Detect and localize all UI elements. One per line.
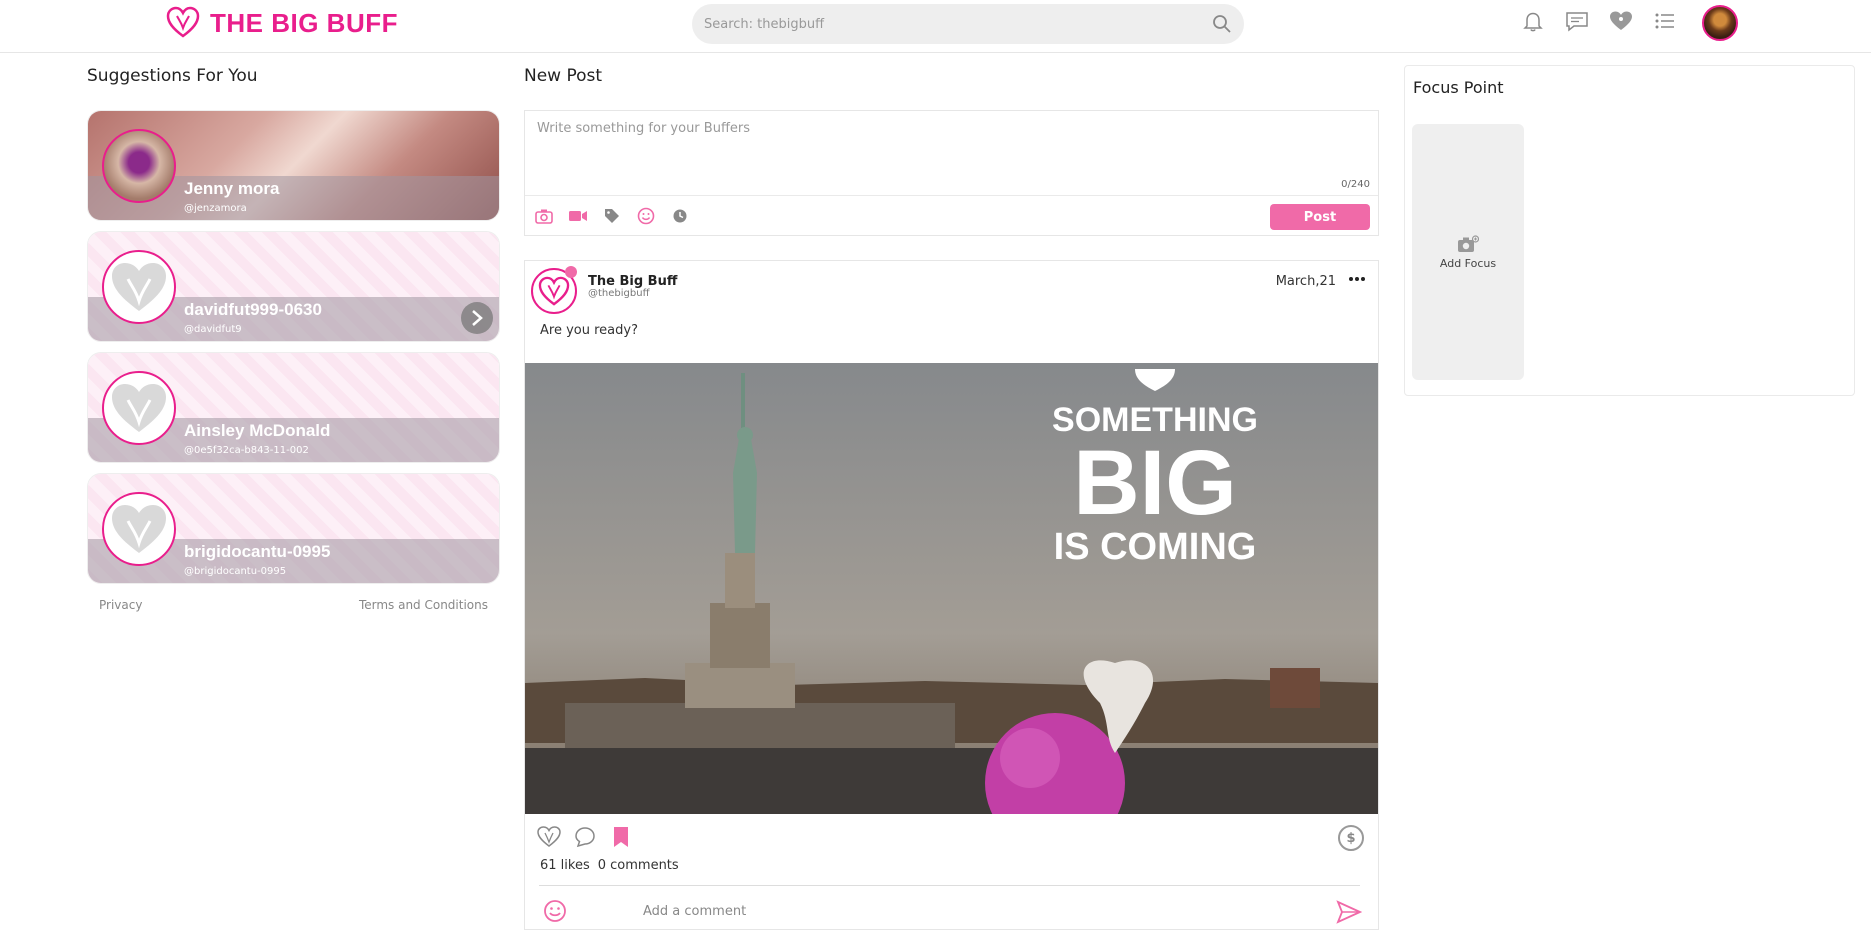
suggestion-name: Jenny mora [184, 179, 280, 198]
clock-icon[interactable] [669, 205, 691, 227]
verified-badge-icon [565, 266, 577, 278]
post-text-input[interactable] [525, 111, 1378, 193]
more-options-icon[interactable] [1346, 271, 1368, 287]
emoji-icon[interactable] [543, 899, 567, 923]
suggestion-name: brigidocantu-0995 [184, 542, 331, 561]
comment-icon[interactable] [573, 825, 597, 849]
avatar[interactable] [102, 129, 176, 203]
suggestion-name: Ainsley McDonald [184, 421, 331, 440]
bookmark-icon[interactable] [609, 825, 633, 849]
default-heart-avatar-icon [112, 505, 166, 553]
feed-post: The Big Buff @thebigbuff March,21 Are yo… [524, 260, 1379, 930]
user-avatar[interactable] [1702, 5, 1738, 41]
suggestion-card[interactable]: davidfut999-0630 @davidfut9 [87, 231, 500, 342]
tip-dollar-icon[interactable]: $ [1338, 825, 1364, 851]
new-post-composer: 0/240 Post [524, 110, 1379, 236]
top-bar: THE BIG BUFF [0, 0, 1871, 53]
brand-name: THE BIG BUFF [210, 7, 398, 38]
post-actions [537, 825, 633, 849]
comment-input[interactable] [643, 899, 1283, 923]
suggestion-handle: @brigidocantu-0995 [184, 566, 287, 577]
avatar[interactable] [102, 371, 176, 445]
like-heart-icon[interactable] [537, 825, 561, 849]
feed-column: New Post 0/240 Post [524, 66, 1379, 930]
focus-title: Focus Point [1413, 78, 1504, 97]
chevron-right-icon [472, 310, 483, 326]
search-bar [692, 4, 1244, 44]
post-text: Are you ready? [540, 323, 638, 338]
post-image[interactable]: SOMETHING BIG IS COMING [525, 363, 1378, 814]
next-arrow-button[interactable] [461, 302, 493, 334]
post-author[interactable]: The Big Buff [588, 274, 677, 289]
terms-link[interactable]: Terms and Conditions [359, 598, 488, 612]
footer-links: Privacy Terms and Conditions [87, 584, 500, 612]
top-icons [1520, 8, 1678, 34]
add-focus-label: Add Focus [1439, 256, 1497, 270]
suggestion-card[interactable]: Ainsley McDonald @0e5f32ca-b843-11-002 [87, 352, 500, 463]
suggestion-handle: @jenzamora [184, 203, 247, 214]
divider [539, 885, 1360, 886]
heart-logo-icon [538, 276, 570, 306]
search-icon[interactable] [1212, 14, 1232, 34]
tag-icon[interactable] [601, 205, 623, 227]
list-icon[interactable] [1652, 8, 1678, 34]
brand-logo[interactable]: THE BIG BUFF [166, 6, 398, 40]
suggestions-title: Suggestions For You [87, 66, 258, 86]
chat-icon[interactable] [1564, 8, 1590, 34]
send-icon[interactable] [1336, 899, 1362, 925]
emoji-icon[interactable] [635, 205, 657, 227]
search-input[interactable] [704, 4, 1184, 44]
heart-logo-icon [1135, 369, 1175, 391]
heart-logo-icon [166, 6, 200, 38]
post-date: March,21 [1275, 274, 1336, 289]
likes-count[interactable]: 61 likes [540, 858, 590, 873]
heart-broadcast-icon[interactable] [1608, 8, 1634, 34]
add-photo-icon [1458, 234, 1479, 252]
suggestion-name: davidfut999-0630 [184, 300, 322, 319]
new-post-title: New Post [524, 66, 603, 86]
suggestion-handle: @0e5f32ca-b843-11-002 [184, 445, 309, 456]
focus-panel: Focus Point Add Focus [1404, 65, 1855, 396]
camera-icon[interactable] [533, 205, 555, 227]
composer-tools [533, 205, 691, 227]
default-heart-avatar-icon [112, 384, 166, 432]
add-focus-button[interactable]: Add Focus [1412, 124, 1524, 380]
video-icon[interactable] [567, 205, 589, 227]
char-counter: 0/240 [1341, 179, 1370, 190]
privacy-link[interactable]: Privacy [99, 598, 142, 612]
post-stats: 61 likes 0 comments [540, 858, 679, 873]
bell-icon[interactable] [1520, 8, 1546, 34]
post-button[interactable]: Post [1270, 204, 1370, 230]
post-handle: @thebigbuff [588, 288, 650, 299]
headline-line-2: BIG [1073, 432, 1237, 534]
suggestion-handle: @davidfut9 [184, 324, 242, 335]
image-headline: SOMETHING BIG IS COMING [1025, 401, 1285, 567]
comments-count[interactable]: 0 comments [598, 858, 679, 873]
default-heart-avatar-icon [112, 263, 166, 311]
headline-line-3: IS COMING [1053, 526, 1257, 568]
suggestion-card[interactable]: Jenny mora @jenzamora [87, 110, 500, 221]
suggestion-card[interactable]: brigidocantu-0995 @brigidocantu-0995 [87, 473, 500, 584]
suggestions-panel: Suggestions For You Jenny mora @jenzamor… [87, 66, 500, 612]
avatar[interactable] [102, 492, 176, 566]
divider [525, 195, 1378, 196]
avatar[interactable] [102, 250, 176, 324]
